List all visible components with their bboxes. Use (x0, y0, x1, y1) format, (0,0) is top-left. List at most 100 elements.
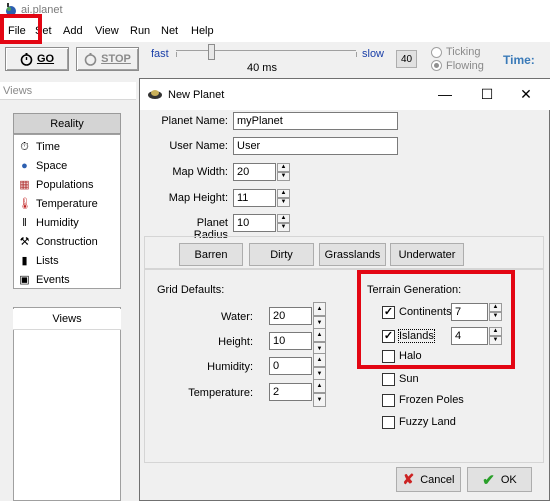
thermometer-icon: 🌡 (18, 197, 32, 210)
humidity-spinner[interactable]: ▲ ▼ (313, 353, 326, 381)
height-spinner[interactable]: ▲ ▼ (313, 328, 326, 356)
view-item-humidity[interactable]: ǁ Humidity (18, 214, 79, 232)
step-button[interactable]: 40 (396, 50, 417, 68)
planet-name-label: Planet Name: (161, 115, 228, 127)
map-height-input[interactable]: 11 (233, 189, 276, 207)
views-header-label: Views (3, 85, 33, 97)
user-name-input[interactable]: User (233, 137, 398, 155)
map-height-spinner[interactable]: ▲ ▼ (277, 189, 290, 207)
fuzzy-land-label: Fuzzy Land (399, 416, 456, 428)
construction-icon: ⚒ (19, 235, 30, 248)
planet-name-input[interactable]: myPlanet (233, 112, 398, 130)
water-input[interactable]: 20 (269, 307, 312, 325)
dialog-app-icon (148, 90, 162, 99)
view-item-temperature[interactable]: 🌡 Temperature (18, 195, 98, 213)
user-name-label: User Name: (169, 140, 228, 152)
time-label: Time: (503, 53, 535, 67)
stop-button[interactable]: STOP (76, 47, 139, 71)
view-item-time[interactable]: ⏱ Time (18, 138, 60, 156)
chart-icon: ▦ (19, 178, 30, 191)
preset-barren-button[interactable]: Barren (179, 243, 243, 266)
view-item-label: Humidity (36, 217, 79, 229)
go-label: GO (36, 53, 55, 65)
events-icon: ▣ (19, 273, 30, 286)
map-width-spinner[interactable]: ▲ ▼ (277, 163, 290, 181)
planet-radius-input[interactable]: 10 (233, 214, 276, 232)
view-item-events[interactable]: ▣ Events (18, 271, 70, 289)
fast-label: fast (151, 48, 169, 60)
cancel-x-icon: ✘ (402, 471, 415, 487)
menu-view[interactable]: View (95, 25, 119, 37)
view-item-label: Space (36, 160, 68, 172)
menu-add[interactable]: Add (63, 25, 83, 37)
ok-label: OK (500, 473, 517, 486)
humidity-label: Humidity: (207, 361, 253, 373)
humidity-input[interactable]: 0 (269, 357, 312, 375)
temperature-spinner[interactable]: ▲ ▼ (313, 379, 326, 407)
flowing-radio[interactable] (431, 60, 442, 71)
maximize-button[interactable]: ☐ (479, 86, 495, 102)
views-list (13, 307, 121, 501)
go-button[interactable]: GO (5, 47, 69, 71)
planet-radius-spinner[interactable]: ▲ ▼ (277, 214, 290, 232)
sun-label: Sun (399, 373, 419, 385)
slider-tick (176, 52, 177, 57)
grid-defaults-title: Grid Defaults: (157, 284, 225, 296)
water-spinner[interactable]: ▲ ▼ (313, 302, 326, 330)
view-item-label: Construction (36, 236, 98, 248)
height-input[interactable]: 10 (269, 332, 312, 350)
map-width-input[interactable]: 20 (233, 163, 276, 181)
views-header: Views (0, 82, 136, 100)
preset-grasslands-button[interactable]: Grasslands (319, 243, 386, 266)
stopwatch-icon (84, 52, 97, 66)
lists-icon: ▮ (21, 254, 28, 267)
ticking-label: Ticking (446, 46, 481, 58)
ticking-radio[interactable] (431, 47, 442, 58)
frozen-poles-checkbox[interactable] (382, 394, 395, 407)
menu-run[interactable]: Run (130, 25, 150, 37)
fuzzy-land-checkbox[interactable] (382, 416, 395, 429)
close-button[interactable]: ✕ (518, 86, 534, 102)
view-item-lists[interactable]: ▮ Lists (18, 252, 59, 270)
height-label: Height: (218, 336, 253, 348)
reality-button[interactable]: Reality (13, 113, 121, 134)
map-width-label: Map Width: (172, 166, 228, 178)
cancel-label: Cancel (420, 473, 455, 486)
humidity-icon: ǁ (22, 216, 27, 229)
view-item-populations[interactable]: ▦ Populations (18, 176, 93, 194)
view-item-construction[interactable]: ⚒ Construction (18, 233, 98, 251)
view-item-label: Temperature (36, 198, 98, 210)
slow-label: slow (362, 48, 385, 60)
temperature-input[interactable]: 2 (269, 383, 312, 401)
ok-button[interactable]: ✔ OK (467, 467, 532, 492)
app-titlebar (0, 0, 550, 21)
view-item-label: Events (36, 274, 70, 286)
cancel-button[interactable]: ✘ Cancel (396, 467, 461, 492)
reality-list: ⏱ Time ● Space ▦ Populations 🌡 Temperature ǁ… (13, 134, 121, 289)
frozen-poles-label: Frozen Poles (399, 394, 464, 406)
view-item-label: Time (36, 141, 61, 153)
view-item-label: Lists (36, 255, 59, 267)
water-label: Water: (221, 311, 253, 323)
speed-slider-thumb[interactable] (208, 44, 215, 60)
menu-bar: File Set Add View Run Net Help (0, 21, 550, 42)
stopwatch-icon (20, 52, 33, 66)
view-item-space[interactable]: ● Space (18, 157, 67, 175)
dialog-title: New Planet (168, 89, 225, 101)
menu-net[interactable]: Net (161, 25, 178, 37)
map-height-label: Map Height: (168, 192, 228, 204)
preset-underwater-button[interactable]: Underwater (390, 243, 464, 266)
file-menu-highlight (0, 14, 42, 44)
views-section-button[interactable]: Views (13, 309, 121, 330)
menu-help[interactable]: Help (191, 25, 214, 37)
stopwatch-icon: ⏱ (20, 140, 29, 153)
speed-slider-track[interactable] (176, 50, 356, 51)
sun-checkbox[interactable] (382, 373, 395, 386)
delay-readout: 40 ms (247, 62, 277, 74)
globe-icon: ● (21, 159, 28, 172)
ok-check-icon: ✔ (482, 471, 495, 489)
flowing-label: Flowing (446, 60, 484, 72)
temperature-label: Temperature: (188, 387, 253, 399)
preset-dirty-button[interactable]: Dirty (249, 243, 314, 266)
minimize-button[interactable]: — (437, 86, 453, 102)
